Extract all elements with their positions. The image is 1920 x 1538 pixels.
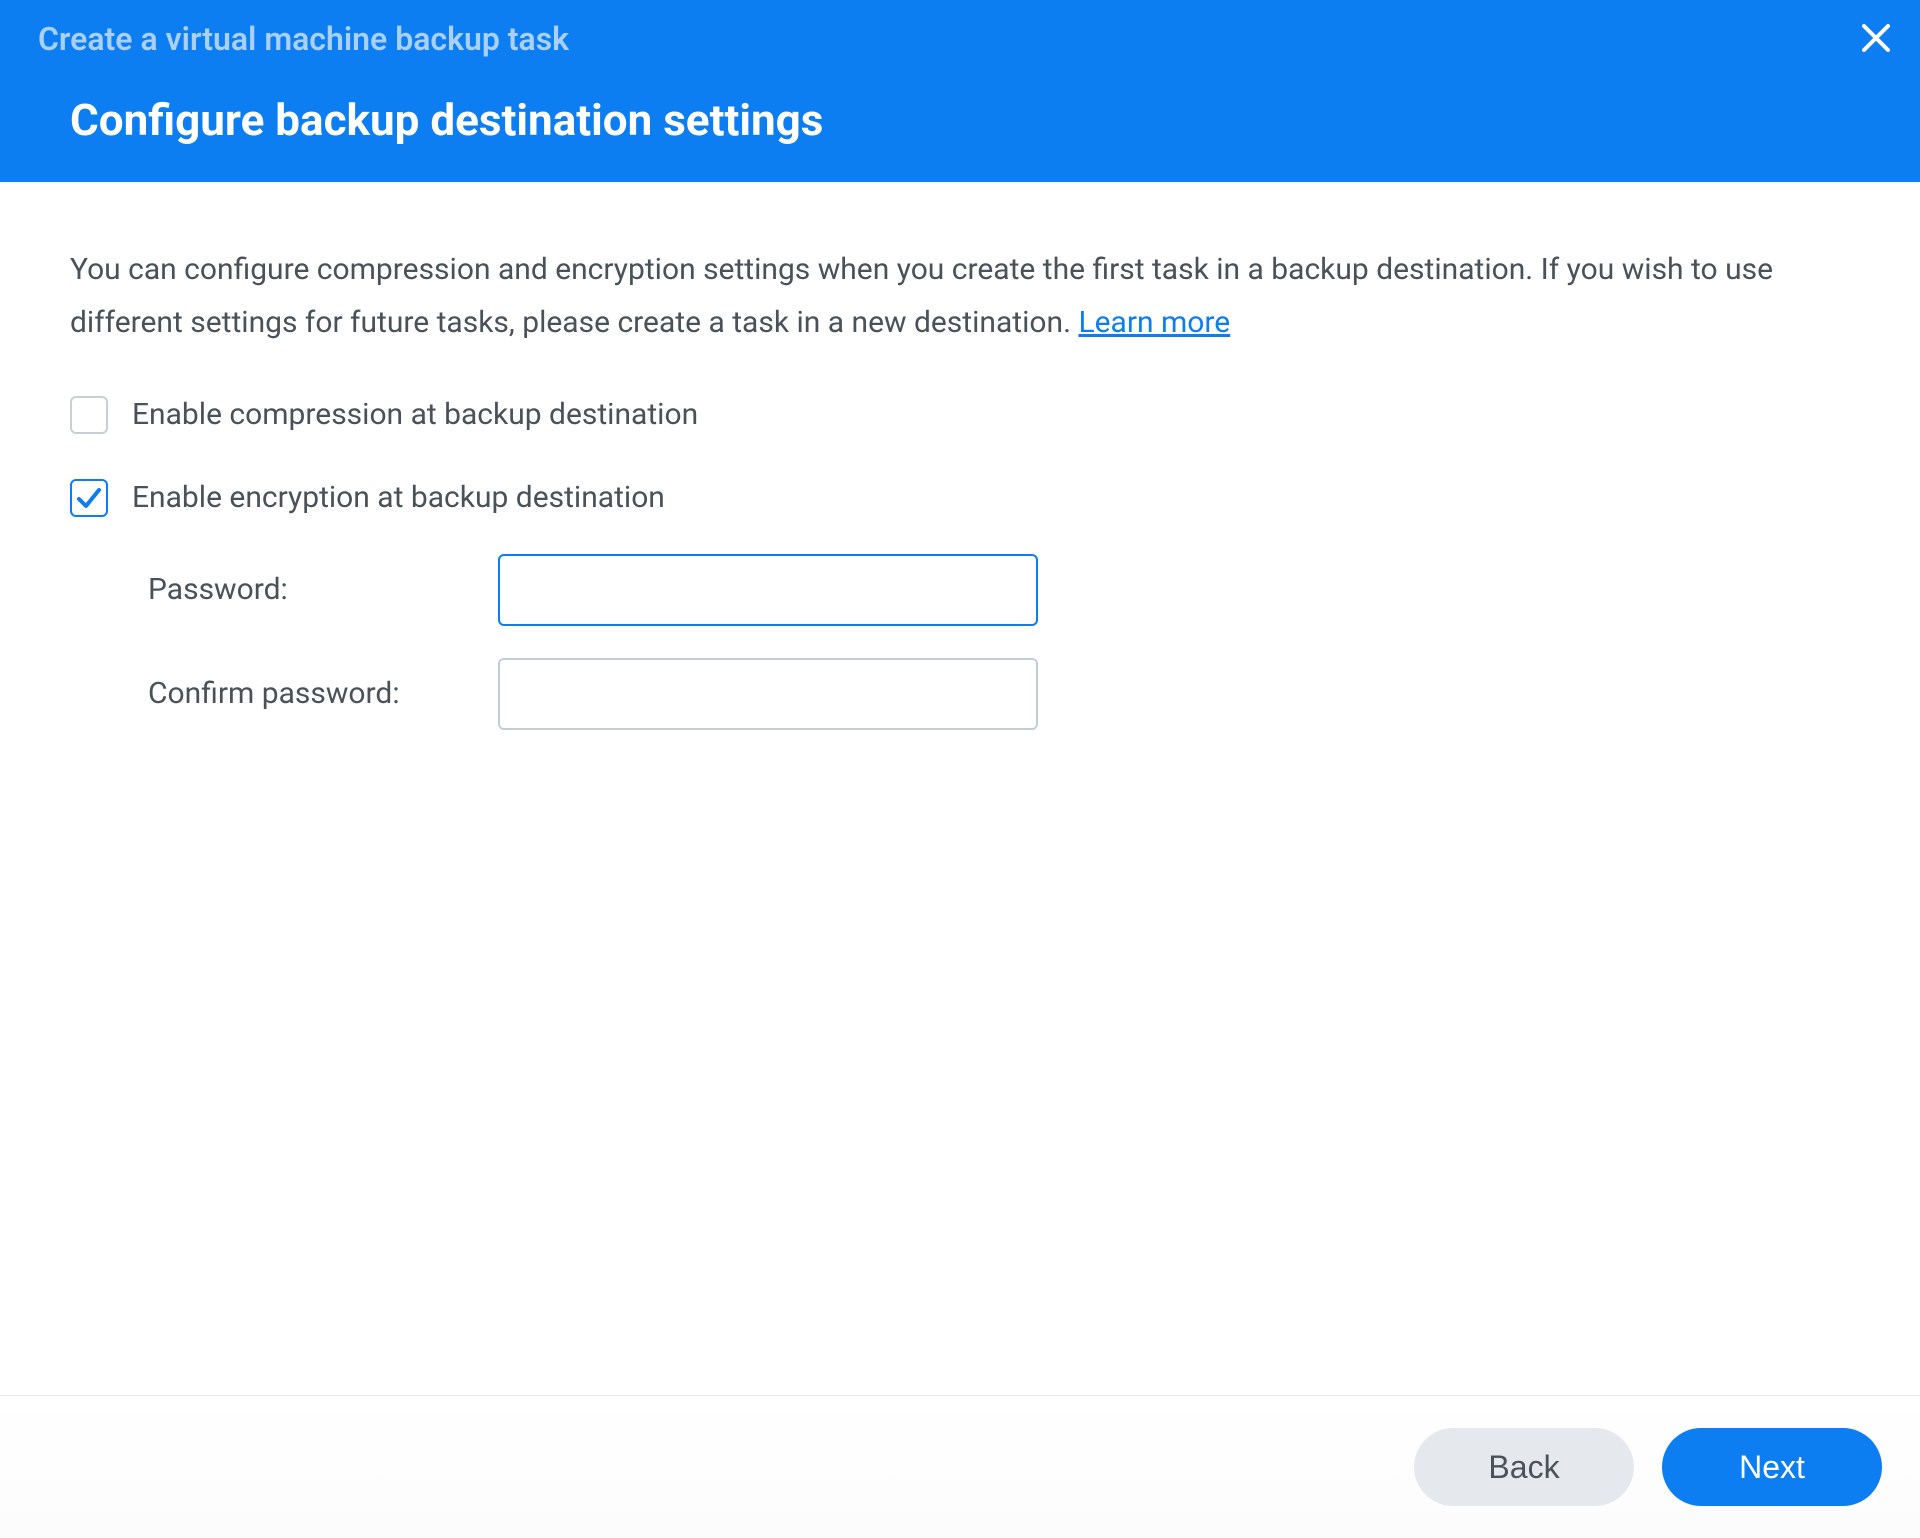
dialog-footer: Back Next (0, 1395, 1920, 1538)
step-title: Configure backup destination settings (70, 94, 1880, 146)
check-icon (75, 484, 103, 512)
dialog-header: Create a virtual machine backup task Con… (0, 0, 1920, 182)
close-icon (1860, 15, 1892, 64)
wizard-title: Create a virtual machine backup task (38, 20, 1880, 58)
encryption-option-row: Enable encryption at backup destination (70, 472, 1850, 525)
compression-option-row: Enable compression at backup destination (70, 389, 1850, 442)
back-button[interactable]: Back (1414, 1428, 1634, 1506)
close-button[interactable] (1860, 18, 1892, 62)
learn-more-link[interactable]: Learn more (1078, 305, 1230, 340)
password-input[interactable] (498, 554, 1038, 626)
compression-label: Enable compression at backup destination (132, 389, 698, 442)
confirm-password-label: Confirm password: (148, 668, 498, 721)
intro-text: You can configure compression and encryp… (70, 252, 1773, 340)
encryption-label: Enable encryption at backup destination (132, 472, 665, 525)
password-label: Password: (148, 564, 498, 617)
confirm-password-input[interactable] (498, 658, 1038, 730)
encryption-checkbox[interactable] (70, 479, 108, 517)
wizard-dialog: Create a virtual machine backup task Con… (0, 0, 1920, 1538)
confirm-password-row: Confirm password: (148, 658, 1850, 730)
encryption-fields: Password: Confirm password: (148, 554, 1850, 730)
password-row: Password: (148, 554, 1850, 626)
intro-text-block: You can configure compression and encryp… (70, 244, 1850, 349)
next-button[interactable]: Next (1662, 1428, 1882, 1506)
compression-checkbox[interactable] (70, 396, 108, 434)
dialog-body: You can configure compression and encryp… (0, 182, 1920, 1395)
